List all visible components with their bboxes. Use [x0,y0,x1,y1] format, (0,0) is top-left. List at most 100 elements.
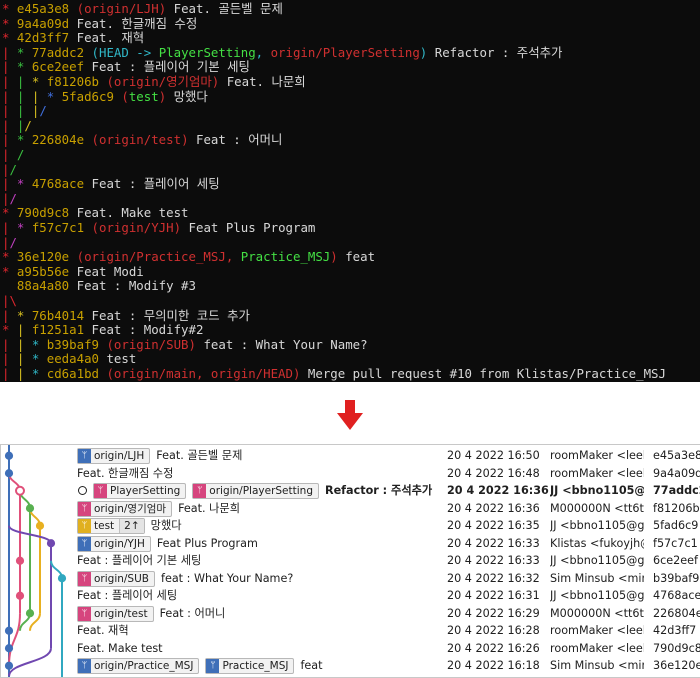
ref-name: ) [181,132,189,148]
branch-badge[interactable]: ᛘ origin/LJH [77,448,151,464]
commit-hash: 9a4a09d [653,466,700,480]
commit-author: M000000N <tt6t [550,606,644,620]
commit-date: 20 4 2022 16:36 [447,484,549,497]
graph-glyph: * [46,88,62,104]
terminal-line: * 790d9c8 Feat. Make test [2,205,189,220]
branch-badge[interactable]: ᛘ origin/영기엄마 [77,500,173,517]
terminal-line: * 9a4a09d Feat. 한글깨짐 수정 [2,16,197,31]
commit-hash: e45a3e8 [16,1,77,16]
branch-badge[interactable]: ᛘ PlayerSetting [93,483,187,499]
branch-badge-label: origin/test [94,607,148,620]
graph-glyph: * [2,30,17,46]
terminal-line: |/ [2,235,17,250]
ref-name: , [195,366,211,381]
commit-row[interactable]: ᛘ origin/Practice_MSJ ᛘ Practice_MSJ feat 20 … [1,657,700,675]
terminal-line: | * 76b4014 Feat : 무의미한 코드 추가 [2,308,250,323]
commit-subject-cell: Feat. Make test [77,640,439,658]
commit-row[interactable]: ᛘ origin/LJH Feat. 골든벨 문제 20 4 2022 16:50 ro… [1,447,700,465]
commit-hash: eeda4a0 [46,351,107,367]
terminal-line: | |/ [2,118,32,133]
commit-row[interactable]: Feat. 재혁 20 4 2022 16:28 roomMaker <leehu 4… [1,622,700,640]
branch-badge[interactable]: ᛘ test 2↑ [77,518,145,534]
commit-date: 20 4 2022 16:35 [447,519,540,532]
graph-glyph: / [9,190,17,206]
commit-date: 20 4 2022 16:26 [447,641,540,655]
branch-badge[interactable]: ᛘ origin/Practice_MSJ [77,658,200,674]
commit-row[interactable]: Feat : 플레이어 세팅 20 4 2022 16:31 JJ <bbno110… [1,587,700,605]
graph-glyph: * [31,74,47,89]
graph-glyph: * [2,15,17,31]
commit-row[interactable]: ᛘ origin/영기엄마 Feat. 나문희 20 4 2022 16:36 M000… [1,500,700,518]
branch-icon: ᛘ [78,536,91,551]
graph-glyph: | [2,132,17,148]
ref-name: ) [292,366,301,381]
commit-row[interactable]: ᛘ origin/SUB feat : What Your Name? 20 4 20… [1,570,700,588]
branch-badge[interactable]: ᛘ origin/YJH [77,535,151,552]
branch-badge[interactable]: ᛘ origin/PlayerSetting [192,483,319,499]
commit-hash: f81206b [653,501,700,515]
ref-name: ( [91,220,99,235]
commit-hash: 4768ace [653,589,700,602]
graph-glyph: | [16,74,32,89]
commit-hash: f81206b [46,74,107,89]
graph-glyph: | [2,220,17,235]
branch-icon: ᛘ [78,606,91,621]
commit-row[interactable]: ᛘ PlayerSetting ᛘ origin/PlayerSetting Refac… [1,482,700,500]
terminal-line: | | * eeda4a0 test [2,351,136,366]
ref-name: ) [419,44,428,60]
commit-subject-cell: ᛘ origin/Practice_MSJ ᛘ Practice_MSJ feat [77,657,439,675]
commit-subject: 망했다 [150,519,182,532]
commit-row[interactable]: ᛘ origin/test Feat : 어머니 20 4 2022 16:29 M00… [1,605,700,623]
commit-hash: 36e120e [16,249,77,265]
commit-message: Feat. 골든벨 문제 [173,1,283,16]
commit-hash: 790d9c8 [653,641,700,655]
commit-row[interactable]: ᛘ origin/YJH Feat Plus Program 20 4 2022 16… [1,535,700,553]
graph-glyph: | [16,322,32,338]
graph-glyph: * [2,322,17,338]
ref-name: origin/test [99,132,182,148]
commit-date: 20 4 2022 16:18 [447,659,540,672]
commit-hash: 790d9c8 [16,205,77,221]
graph-glyph: | [2,117,17,133]
commit-hash: 4768ace [31,176,92,192]
branch-badge[interactable]: ᛘ Practice_MSJ [205,658,295,674]
terminal-line: | | |/ [2,103,47,118]
commit-message: Feat : 어머니 [196,132,283,148]
commit-row[interactable]: Feat. 한글깨짐 수정 20 4 2022 16:48 roomMaker <l… [1,465,700,483]
commit-subject: Feat : 플레이어 세팅 [77,589,178,602]
commit-row[interactable]: Feat. Make test 20 4 2022 16:26 roomMaker … [1,640,700,658]
commit-author: roomMaker <leehu [550,466,644,480]
graph-glyph: * [16,59,32,75]
commit-subject: Feat Plus Program [156,536,258,550]
terminal-line: | | * cd6a1bd (origin/main, origin/HEAD)… [2,366,666,381]
graph-glyph: | [2,44,17,60]
commit-row[interactable]: ᛘ test 2↑ 망했다 20 4 2022 16:35 JJ <bbno1105@gr… [1,517,700,535]
terminal-line: | * 6ce2eef Feat : 플레이어 기본 세팅 [2,59,250,74]
commit-hash: 76b4014 [31,307,92,323]
commit-message: Feat : Modify #3 [76,278,196,294]
commit-subject: Feat. 재혁 [77,624,129,637]
commit-subject: feat : What Your Name? [161,571,294,585]
ref-name: Practice_MSJ [240,249,331,265]
branch-icon: ᛘ [78,501,91,516]
commit-date: 20 4 2022 16:36 [447,501,540,515]
ref-name: origin/LJH [84,1,159,16]
branch-icon: ᛘ [78,571,91,586]
branch-badge-label: origin/SUB [94,572,149,585]
commit-row[interactable]: Feat : 플레이어 기본 세팅 20 4 2022 16:33 JJ <bbno… [1,552,700,570]
commit-subject: Feat : 플레이어 기본 세팅 [77,554,202,567]
graph-glyph: * [16,220,32,235]
commit-author: JJ <bbno1105@gr [550,589,644,602]
graph-glyph: * [31,351,47,367]
commit-author: JJ <bbno1105@g [550,484,644,497]
commit-author: JJ <bbno1105@gr [550,554,644,567]
commit-hash: 5fad6c9 [61,88,122,104]
commit-date: 20 4 2022 16:33 [447,554,540,567]
commit-message: Feat : 플레이어 세팅 [91,176,220,192]
graph-glyph: / [9,161,17,177]
graph-glyph: | [2,103,17,119]
graph-glyph: | [2,336,17,352]
graph-glyph: | [2,59,17,75]
branch-badge[interactable]: ᛘ origin/SUB [77,570,155,587]
branch-badge[interactable]: ᛘ origin/test [77,605,154,622]
